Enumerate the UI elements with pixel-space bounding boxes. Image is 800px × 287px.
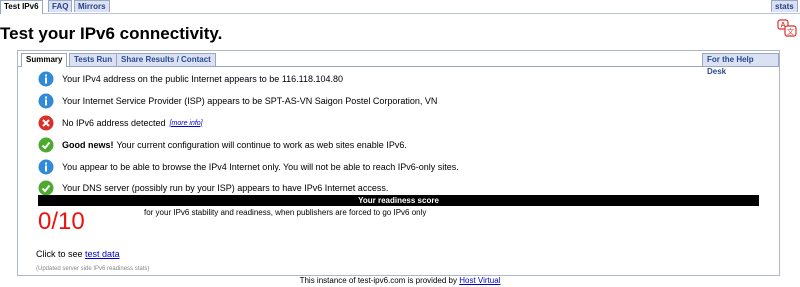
tab-tests-run[interactable]: Tests Run (69, 53, 118, 66)
page-title: Test your IPv6 connectivity. (0, 24, 223, 43)
footer-text: This instance of test-ipv6.com is provid… (299, 276, 457, 285)
check-icon (38, 137, 54, 153)
sub-tab-bar: Summary Tests Run Share Results / Contac… (18, 51, 779, 76)
footer: This instance of test-ipv6.com is provid… (0, 276, 800, 285)
test-data-prefix: Click to see (36, 249, 83, 259)
result-isp: Your Internet Service Provider (ISP) app… (38, 92, 437, 110)
readiness-description: for your IPv6 stability and readiness, w… (144, 208, 427, 217)
error-icon (38, 115, 54, 131)
test-data-line: Click to see test data (36, 249, 120, 259)
more-info-link[interactable]: [more info] (170, 120, 203, 127)
result-text: Your Internet Service Provider (ISP) app… (62, 96, 438, 106)
results-panel: Summary Tests Run Share Results / Contac… (17, 50, 780, 276)
tab-faq[interactable]: FAQ (48, 0, 73, 12)
result-text: Your current configuration will continue… (116, 140, 407, 150)
result-text: Your DNS server (possibly run by your IS… (62, 183, 389, 193)
info-icon (38, 93, 54, 109)
result-text: No IPv6 address detected (62, 118, 166, 128)
info-icon (38, 159, 54, 175)
test-data-link[interactable]: test data (85, 249, 120, 259)
result-text: Your IPv4 address on the public Internet… (62, 74, 344, 84)
result-ipv4-address: Your IPv4 address on the public Internet… (38, 70, 343, 88)
tab-mirrors[interactable]: Mirrors (74, 0, 110, 12)
stats-tab[interactable]: stats (771, 0, 798, 12)
readiness-score-header: Your readiness score (38, 195, 759, 206)
language-icon[interactable]: A 文 (777, 19, 797, 37)
tab-summary[interactable]: Summary (21, 53, 68, 67)
tab-test-ipv6[interactable]: Test IPv6 (0, 0, 43, 14)
tab-share-results[interactable]: Share Results / Contact (116, 53, 216, 66)
host-virtual-link[interactable]: Host Virtual (459, 276, 500, 285)
top-tab-bar: Test IPv6 FAQ Mirrors stats (0, 0, 800, 14)
result-good-news: Good news! Your current configuration wi… (38, 136, 407, 154)
updated-note: (Updated server side IPv6 readiness stat… (36, 266, 150, 272)
tab-help-desk[interactable]: For the Help Desk (702, 53, 779, 76)
good-news-label: Good news! (62, 140, 114, 150)
result-text: You appear to be able to browse the IPv4… (62, 162, 459, 172)
result-ipv4-only: You appear to be able to browse the IPv4… (38, 158, 459, 176)
info-icon (38, 71, 54, 87)
svg-text:文: 文 (787, 27, 794, 36)
result-no-ipv6: No IPv6 address detected [more info] (38, 114, 203, 132)
readiness-score: 0/10 (38, 208, 85, 235)
check-icon (38, 180, 54, 196)
